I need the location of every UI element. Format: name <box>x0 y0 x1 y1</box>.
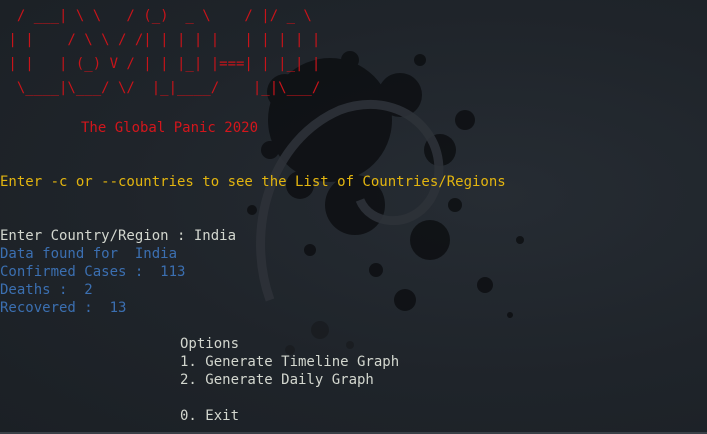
countries-hint: Enter -c or --countries to see the List … <box>0 174 506 190</box>
deaths-count: Deaths : 2 <box>0 282 93 298</box>
menu-item-timeline-graph[interactable]: 1. Generate Timeline Graph <box>180 353 399 371</box>
banner-line: | | | (_) V / | | |_| |===| | |_| | <box>0 56 321 72</box>
options-title: Options <box>180 336 240 352</box>
data-found-line: Data found for India <box>0 246 178 262</box>
banner-line: \____|\___/ \/ |_|____/ |_|\___/ <box>0 80 321 96</box>
prompt-label: Enter Country/Region : <box>0 228 194 244</box>
recovered-count: Recovered : 13 <box>0 300 127 316</box>
banner-tagline: The Global Panic 2020 <box>81 120 259 136</box>
confirmed-cases: Confirmed Cases : 113 <box>0 264 186 280</box>
menu-item-daily-graph[interactable]: 2. Generate Daily Graph <box>180 371 374 389</box>
banner-line: | | / \ \ / /| | | | | | | | | | <box>0 32 321 48</box>
menu-item-exit[interactable]: 0. Exit <box>180 407 239 425</box>
banner-line: / ___| \ \ / (_) _ \ / |/ _ \ <box>0 8 312 24</box>
country-prompt: Enter Country/Region : India <box>0 227 236 245</box>
terminal-window[interactable]: / ___| \ \ / (_) _ \ / |/ _ \ | | / \ \ … <box>0 0 707 434</box>
country-input-value[interactable]: India <box>194 228 236 244</box>
